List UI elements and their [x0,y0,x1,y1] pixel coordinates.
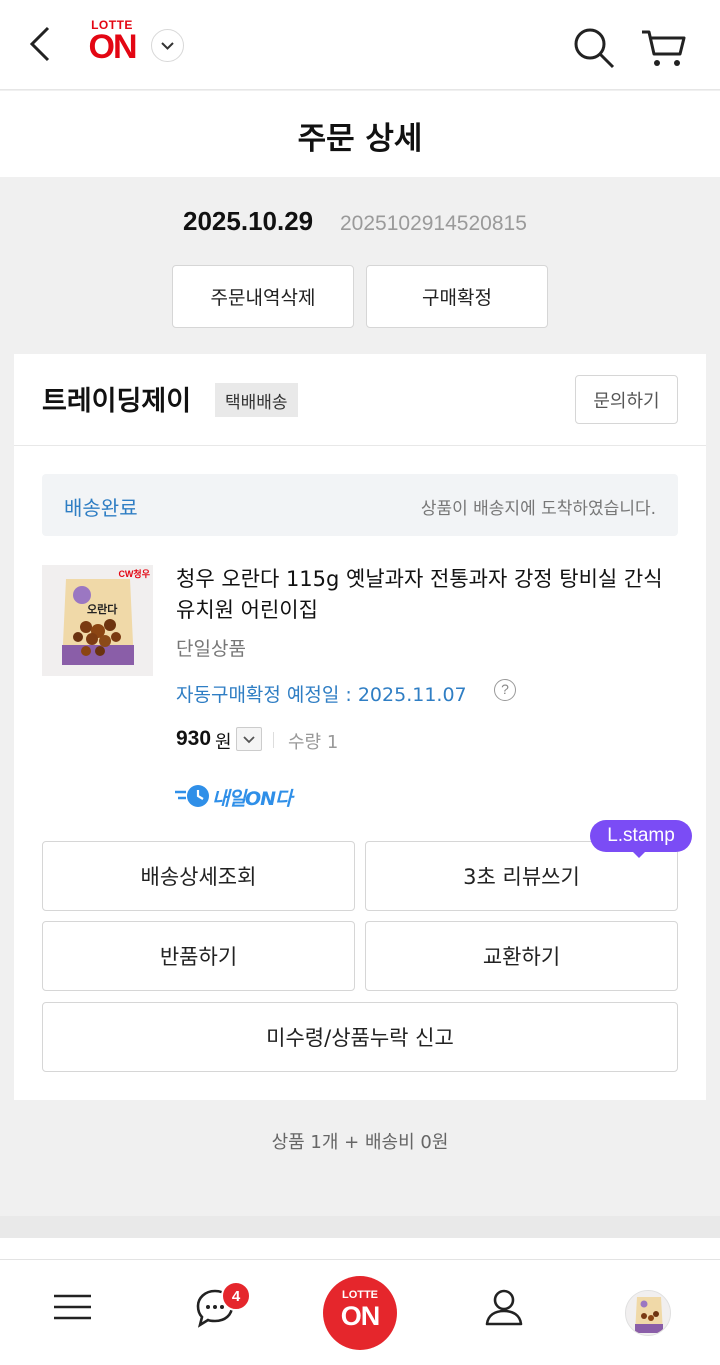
delete-order-button[interactable]: 주문내역삭제 [172,265,354,328]
nav-menu-button[interactable] [42,1278,102,1338]
inquiry-button[interactable]: 문의하기 [575,375,678,424]
order-number: 2025102914520815 [340,212,527,235]
chevron-down-icon [243,736,255,744]
nav-mypage-button[interactable] [474,1278,534,1338]
delivery-status-message: 상품이 배송지에 도착하였습니다. [420,499,656,519]
price-detail-toggle[interactable] [236,727,262,751]
auto-confirm-date: 자동구매확정 예정일 : 2025.11.07 [176,684,467,706]
nav-home-button[interactable]: LOTTE ON [323,1276,397,1350]
bottom-navigation: 4 LOTTE ON [0,1260,720,1365]
report-missing-button[interactable]: 미수령/상품누락 신고 [42,1002,678,1072]
delivery-status-label: 배송완료 [64,496,138,520]
logo-main-text: ON [88,28,138,66]
help-icon[interactable]: ? [494,679,516,701]
recently-viewed-button[interactable] [625,1290,671,1336]
title-bar: 주문 상세 [0,91,720,177]
lstamp-tooltip-tail [631,850,647,858]
product-quantity: 수량 1 [288,732,339,753]
product-name[interactable]: 청우 오란다 115g 옛날과자 전통과자 강정 탕비실 간식 유치원 어린이집 [176,564,678,626]
return-button[interactable]: 반품하기 [42,921,355,991]
order-totals: 상품 1개 + 배송비 0원 [271,1132,449,1153]
user-icon [485,1289,523,1326]
qty-separator [273,732,274,748]
product-price: 930 [176,727,212,750]
chevron-down-icon [161,42,174,50]
product-thumbnail[interactable]: CW청우 오란다 [42,565,153,676]
back-button[interactable] [22,24,62,64]
track-delivery-button[interactable]: 배송상세조회 [42,841,355,911]
thumb-product-label: 오란다 [87,603,118,616]
top-header: LOTTE ON [0,0,720,90]
card-divider [14,445,706,446]
delivery-clock-icon [175,785,209,807]
search-button[interactable] [572,26,616,70]
home-logo-top: LOTTE [341,1289,379,1301]
product-package-image [42,565,153,676]
lstamp-tooltip: L.stamp [590,820,692,852]
chevron-left-icon [29,26,50,62]
shipping-type-badge: 택배배송 [215,383,298,417]
order-detail-page: LOTTE ON 주문 상세 2025.10.29 20251029145208… [0,0,720,1365]
exchange-button[interactable]: 교환하기 [365,921,678,991]
recent-product-image [626,1291,670,1335]
home-logo-main: ON [340,1301,381,1331]
footer-strip [0,1238,720,1260]
page-title: 주문 상세 [297,121,423,157]
tomorrow-delivery-badge: 내일ON다 [174,782,304,810]
thumb-brand-text: CW청우 [118,569,150,579]
lotte-on-logo[interactable]: LOTTE ON [84,18,140,68]
hamburger-menu-icon [54,1294,91,1320]
search-icon [574,28,615,69]
service-menu-dropdown[interactable] [151,29,184,62]
chat-unread-badge: 4 [221,1281,251,1311]
section-gap [0,1216,720,1238]
cart-icon [642,30,686,66]
cart-button[interactable] [640,26,688,70]
confirm-purchase-button[interactable]: 구매확정 [366,265,548,328]
order-date: 2025.10.29 [183,206,314,236]
seller-order-card: 트레이딩제이 택배배송 문의하기 배송완료 상품이 배송지에 도착하였습니다. … [14,354,706,1100]
delivery-status-box: 배송완료 상품이 배송지에 도착하였습니다. [42,474,678,536]
price-unit: 원 [215,732,232,753]
seller-name[interactable]: 트레이딩제이 [42,379,191,418]
tomorrow-delivery-text: 내일ON다 [212,788,292,810]
product-option: 단일상품 [176,638,246,660]
